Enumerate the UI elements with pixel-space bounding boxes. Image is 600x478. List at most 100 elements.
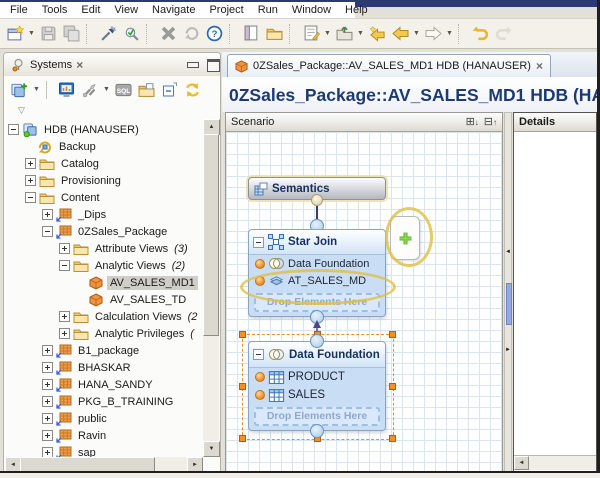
selection-handle[interactable] <box>239 435 246 442</box>
redo-button[interactable] <box>492 23 514 45</box>
administration-console-button[interactable] <box>56 79 77 100</box>
selection-handle[interactable] <box>389 331 396 338</box>
data-foundation-node[interactable]: Data Foundation PRODUCT SALES Drop Eleme… <box>248 341 386 431</box>
menu-item[interactable]: Tools <box>35 3 75 17</box>
tree-vertical-scrollbar[interactable]: ▲ ▼ <box>203 119 220 457</box>
tree-item[interactable]: Backup <box>4 138 203 155</box>
clean-icon[interactable] <box>97 23 119 45</box>
expand-plus-box[interactable] <box>42 362 53 373</box>
find-system-folder-button[interactable] <box>136 79 157 100</box>
back-button[interactable] <box>389 23 411 45</box>
expand-plus-box[interactable] <box>59 311 70 322</box>
tree-item[interactable]: AV_SALES_TD <box>4 291 203 308</box>
task-list-button[interactable] <box>300 23 322 45</box>
editor-tab[interactable]: 0ZSales_Package::AV_SALES_MD1 HDB (HANAU… <box>227 54 551 77</box>
open-folder-button[interactable] <box>263 23 285 45</box>
scroll-left-button[interactable]: ◄ <box>5 457 21 472</box>
selection-handle[interactable] <box>389 435 396 442</box>
scroll-down-button[interactable]: ▼ <box>203 441 220 457</box>
node-item[interactable]: Data Foundation <box>249 255 385 272</box>
node-item[interactable]: PRODUCT <box>249 368 385 386</box>
tree-horizontal-scrollbar[interactable]: ◄ ► <box>5 457 203 472</box>
configuration-button[interactable] <box>79 79 100 100</box>
close-icon[interactable]: × <box>536 60 543 72</box>
configuration-dropdown-arrow[interactable]: ▼ <box>102 79 111 101</box>
collapse-all-icon[interactable]: ⊟↑ <box>484 116 497 128</box>
menu-item[interactable]: View <box>107 3 145 17</box>
collapse-left-arrow[interactable]: ◄ <box>505 249 511 255</box>
help-button[interactable]: ? <box>203 23 225 45</box>
node-item[interactable]: SALES <box>249 386 385 404</box>
save-button[interactable] <box>37 23 59 45</box>
maximize-button[interactable] <box>207 59 220 72</box>
undo-button[interactable] <box>469 23 491 45</box>
tree-item[interactable]: Calculation Views (2 <box>4 308 203 325</box>
task-list-dropdown-arrow[interactable]: ▼ <box>323 23 332 45</box>
add-system-dropdown-arrow[interactable]: ▼ <box>32 79 41 101</box>
menu-item[interactable]: Help <box>338 3 375 17</box>
add-system-button[interactable] <box>9 79 30 100</box>
tree-item[interactable]: AV_SALES_MD1 <box>4 274 203 291</box>
menu-item[interactable]: Edit <box>74 3 107 17</box>
scroll-left-button[interactable]: ◄ <box>514 456 529 470</box>
tree-item[interactable]: Content <box>4 189 203 206</box>
tree-item[interactable]: sap <box>4 444 203 457</box>
menu-item[interactable]: Navigate <box>145 3 202 17</box>
expand-minus-box[interactable] <box>25 192 36 203</box>
expand-plus-box[interactable] <box>25 175 36 186</box>
save-all-button[interactable] <box>60 23 82 45</box>
tree-item[interactable]: PKG_B_TRAINING <box>4 393 203 410</box>
scroll-right-button[interactable]: ► <box>187 457 203 472</box>
validate-icon[interactable] <box>120 23 142 45</box>
tree-item[interactable]: Analytic Views (2) <box>4 257 203 274</box>
panel-splitter[interactable]: ◄ ► <box>504 112 512 472</box>
scroll-thumb[interactable] <box>20 457 155 472</box>
tree-item[interactable]: _Dips <box>4 206 203 223</box>
expand-plus-box[interactable] <box>42 396 53 407</box>
selection-handle[interactable] <box>239 383 246 390</box>
tree-item[interactable]: 0ZSales_Package <box>4 223 203 240</box>
scroll-up-button[interactable]: ▲ <box>203 119 220 135</box>
tree-item[interactable]: public <box>4 410 203 427</box>
view-menu-chevron[interactable]: ▽ <box>18 105 25 116</box>
back-dropdown-arrow[interactable]: ▼ <box>412 23 421 45</box>
scroll-thumb[interactable] <box>203 134 219 336</box>
selection-handle[interactable] <box>239 331 246 338</box>
expand-plus-box[interactable] <box>42 209 53 220</box>
scenario-canvas[interactable]: Semantics Star Join Data Foundation AT_S… <box>226 132 502 471</box>
new-wizard-dropdown-arrow[interactable]: ▼ <box>27 23 36 45</box>
details-horizontal-scrollbar[interactable]: ◄ <box>514 455 596 470</box>
splitter-handle[interactable] <box>506 283 512 325</box>
tree-item[interactable]: Provisioning <box>4 172 203 189</box>
expand-minus-box[interactable] <box>42 226 53 237</box>
show-view-button[interactable] <box>240 23 262 45</box>
menu-item[interactable]: Run <box>251 3 285 17</box>
expand-minus-box[interactable] <box>8 124 19 135</box>
expand-plus-box[interactable] <box>59 243 70 254</box>
expand-plus-box[interactable] <box>25 158 36 169</box>
export-button[interactable] <box>333 23 355 45</box>
back-to-start-button[interactable] <box>366 23 388 45</box>
forward-dropdown-arrow[interactable]: ▼ <box>445 23 454 45</box>
connector-point[interactable] <box>310 334 324 348</box>
tree-item[interactable]: Analytic Privileges ( <box>4 325 203 342</box>
close-icon[interactable]: × <box>76 59 83 71</box>
expand-plus-box[interactable] <box>59 328 70 339</box>
collapse-icon[interactable] <box>253 236 264 248</box>
expand-plus-box[interactable] <box>42 430 53 441</box>
collapse-right-arrow[interactable]: ► <box>505 347 511 353</box>
selection-handle[interactable] <box>389 383 396 390</box>
export-dropdown-arrow[interactable]: ▼ <box>356 23 365 45</box>
connector-point[interactable] <box>311 194 323 206</box>
expand-all-icon[interactable]: ⊞↓ <box>466 116 479 128</box>
menu-item[interactable]: File <box>3 3 35 17</box>
node-item[interactable]: AT_SALES_MD <box>249 272 385 289</box>
expand-plus-box[interactable] <box>42 447 53 457</box>
connector-point[interactable] <box>310 424 324 438</box>
collapse-all-button[interactable] <box>159 79 180 100</box>
tab-systems[interactable]: Systems × <box>8 56 87 74</box>
expand-minus-box[interactable] <box>59 260 70 271</box>
tree-item[interactable]: Attribute Views (3) <box>4 240 203 257</box>
collapse-icon[interactable] <box>253 349 264 360</box>
minimize-button[interactable] <box>186 59 199 70</box>
